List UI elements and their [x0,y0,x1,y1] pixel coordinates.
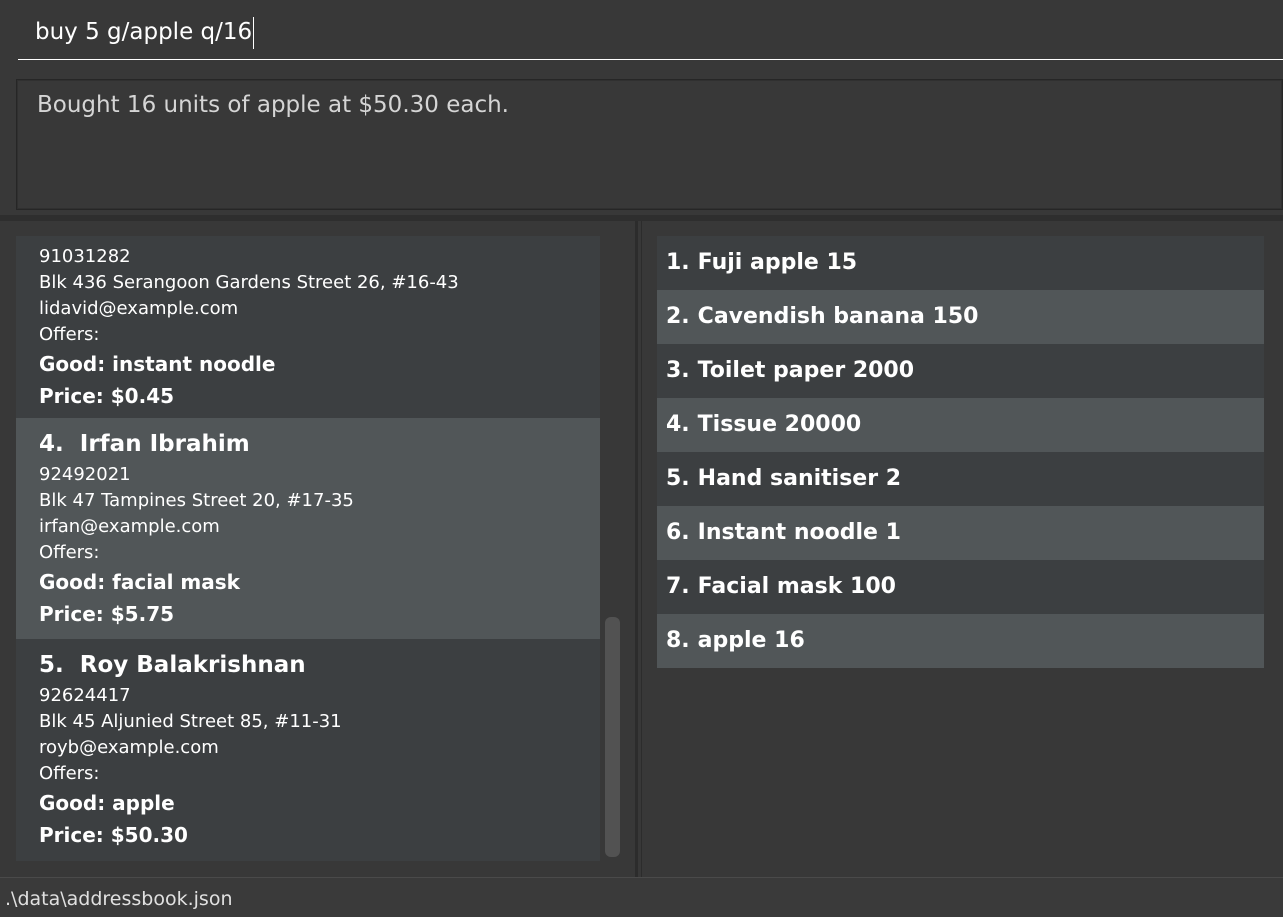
goods-list-item[interactable]: 1. Fuji apple 15 [657,236,1264,290]
person-card[interactable]: 91031282 Blk 436 Serangoon Gardens Stree… [16,236,600,418]
goods-label: apple 16 [697,628,805,653]
result-display: Bought 16 units of apple at $50.30 each. [16,79,1283,210]
goods-label: Fuji apple 15 [697,250,858,275]
goods-label: Tissue 20000 [697,412,862,437]
goods-index: 5. [666,466,690,491]
goods-list-panel: 1. Fuji apple 15 2. Cavendish banana 150 3… [641,221,1283,877]
status-file-path: .\data\addressbook.json [5,888,233,910]
person-index: 5. [39,652,64,678]
person-list-panel: 91031282 Blk 436 Serangoon Gardens Stree… [0,221,638,877]
goods-label: Hand sanitiser 2 [697,466,902,491]
person-email: irfan@example.com [39,516,220,537]
goods-index: 1. [666,250,690,275]
person-card[interactable]: 4. Irfan Ibrahim 92492021 Blk 47 Tampine… [16,418,600,639]
result-message: Bought 16 units of apple at $50.30 each. [37,92,509,118]
goods-index: 8. [666,628,690,653]
text-caret [253,16,255,49]
status-bar: .\data\addressbook.json [0,877,1283,917]
person-name-text: Roy Balakrishnan [79,652,306,678]
goods-list-item[interactable]: 6. Instant noodle 1 [657,506,1264,560]
goods-list-item[interactable]: 3. Toilet paper 2000 [657,344,1264,398]
person-phone: 92492021 [39,464,131,485]
goods-index: 3. [666,358,690,383]
goods-list-item[interactable]: 7. Facial mask 100 [657,560,1264,614]
command-input[interactable]: buy 5 g/apple q/16 [18,6,1283,60]
goods-list-item[interactable]: 8. apple 16 [657,614,1264,668]
person-list-scrollbar[interactable] [605,617,620,857]
person-name-text: Irfan Ibrahim [79,431,250,457]
person-name: 4. Irfan Ibrahim [39,426,600,462]
goods-index: 2. [666,304,690,329]
person-offers-label: Offers: [39,763,100,784]
app-window: buy 5 g/apple q/16 Bought 16 units of ap… [0,0,1283,917]
goods-list[interactable]: 1. Fuji apple 15 2. Cavendish banana 150 3… [657,236,1264,668]
person-email: royb@example.com [39,737,219,758]
command-text: buy 5 g/apple q/16 [35,19,253,45]
person-email: lidavid@example.com [39,298,239,319]
person-good: Good: facial mask [39,570,240,594]
person-address: Blk 436 Serangoon Gardens Street 26, #16… [39,272,459,293]
goods-index: 4. [666,412,690,437]
goods-list-item[interactable]: 2. Cavendish banana 150 [657,290,1264,344]
person-index: 4. [39,431,64,457]
person-list[interactable]: 91031282 Blk 436 Serangoon Gardens Stree… [16,236,600,861]
person-address: Blk 47 Tampines Street 20, #17-35 [39,490,354,511]
command-box: buy 5 g/apple q/16 [0,0,1283,68]
goods-label: Facial mask 100 [697,574,896,599]
person-good: Good: apple [39,791,175,815]
person-address: Blk 45 Aljunied Street 85, #11-31 [39,711,342,732]
goods-label: Instant noodle 1 [697,520,901,545]
person-phone: 91031282 [39,246,131,267]
person-price: Price: $0.45 [39,384,175,408]
goods-label: Toilet paper 2000 [697,358,915,383]
person-offers-label: Offers: [39,542,100,563]
person-price: Price: $5.75 [39,602,175,626]
person-offers-label: Offers: [39,324,100,345]
person-phone: 92624417 [39,685,131,706]
goods-label: Cavendish banana 150 [697,304,979,329]
person-name: 5. Roy Balakrishnan [39,647,600,683]
goods-list-item[interactable]: 4. Tissue 20000 [657,398,1264,452]
goods-index: 7. [666,574,690,599]
person-card[interactable]: 5. Roy Balakrishnan 92624417 Blk 45 Alju… [16,639,600,861]
person-good: Good: instant noodle [39,352,276,376]
goods-list-item[interactable]: 5. Hand sanitiser 2 [657,452,1264,506]
person-price: Price: $50.30 [39,823,188,847]
goods-index: 6. [666,520,690,545]
